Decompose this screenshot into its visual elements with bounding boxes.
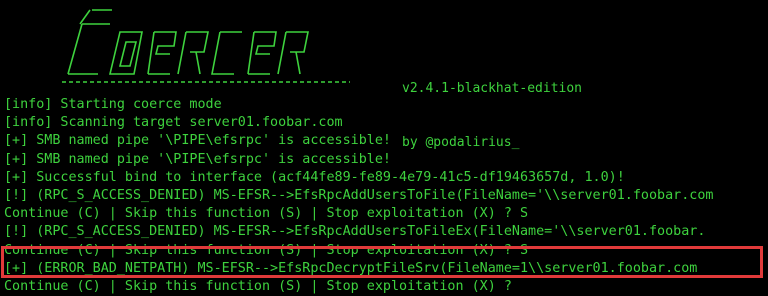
output-line: [+] Successful bind to interface (acf44f… xyxy=(4,169,625,185)
terminal-window[interactable]: v2.4.1-blackhat-edition by @podalirius_ … xyxy=(0,0,768,294)
prompt-line: Continue (C) | Skip this function (S) | … xyxy=(4,206,529,222)
output-line: [+] SMB named pipe '\PIPE\efsrpc' is acc… xyxy=(4,151,391,167)
prompt-line[interactable]: Continue (C) | Skip this function (S) | … xyxy=(4,278,768,296)
output-line: [info] Starting coerce mode xyxy=(4,97,222,112)
output-line: [info] Scanning target server01.foobar.c… xyxy=(4,115,343,131)
coercer-ascii-logo xyxy=(50,2,370,92)
output-line: [!] (RPC_S_ACCESS_DENIED) MS-EFSR-->EfsR… xyxy=(4,187,714,203)
output-line: [+] SMB named pipe '\PIPE\efsrpc' is acc… xyxy=(4,133,391,149)
highlight-box xyxy=(1,246,763,278)
output-line: [!] (RPC_S_ACCESS_DENIED) MS-EFSR-->EfsR… xyxy=(4,224,706,240)
